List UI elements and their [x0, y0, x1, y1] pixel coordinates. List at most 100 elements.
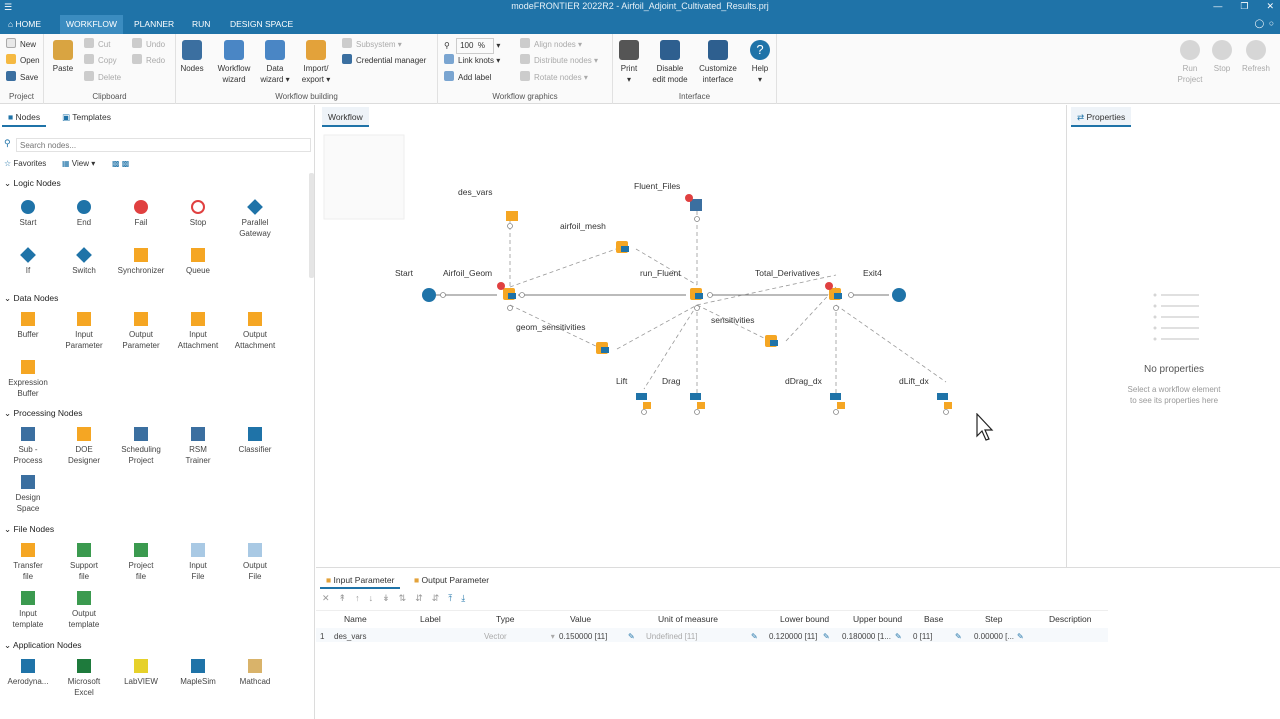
tab-input-parameter[interactable]: ■ Input Parameter [320, 571, 401, 589]
node-tile-logic[interactable]: Synchronizer [113, 248, 169, 276]
edit-value-icon[interactable]: ✎ [628, 632, 635, 641]
node-tile-logic[interactable]: Parallel Gateway [227, 199, 283, 239]
node-label-start[interactable]: Start [395, 268, 413, 278]
move-top-icon[interactable]: ↟ [339, 593, 347, 607]
save-button[interactable]: Save [6, 71, 38, 85]
tab-run[interactable]: RUN [186, 15, 216, 34]
section-file-title[interactable]: ⌄ File Nodes [4, 524, 54, 535]
node-tile-logic[interactable]: End [56, 200, 112, 228]
edit-step-icon[interactable]: ✎ [1017, 632, 1024, 641]
node-tile-data[interactable]: Output Attachment [227, 312, 283, 351]
node-tile-file[interactable]: Output template [56, 591, 112, 630]
new-button[interactable]: New [6, 38, 36, 52]
remove-icon[interactable]: ✕ [322, 593, 330, 607]
node-tile-processing[interactable]: RSM Trainer [170, 427, 226, 466]
cut-button[interactable]: Cut [84, 38, 110, 52]
tab-home[interactable]: ⌂ HOME [2, 15, 47, 34]
view-button[interactable]: ▦ View ▾ [62, 157, 95, 171]
col-label[interactable]: Label [420, 614, 441, 624]
zoom-input[interactable]: 100 % [456, 38, 495, 54]
node-tile-file[interactable]: Transfer file [0, 543, 56, 582]
cell-name[interactable]: des_vars [334, 632, 366, 641]
node-tile-file[interactable]: Project file [113, 543, 169, 582]
sort-asc-icon[interactable]: ⇵ [415, 593, 423, 607]
node-tile-logic[interactable]: Queue [170, 248, 226, 276]
node-label-ddrag-dx[interactable]: dDrag_dx [785, 376, 822, 386]
node-label-run-fluent[interactable]: run_Fluent [640, 268, 681, 278]
node-tile-processing[interactable]: Design Space [0, 475, 56, 514]
node-tile-file[interactable]: Support file [56, 543, 112, 582]
col-lower-bound[interactable]: Lower bound [780, 614, 829, 624]
scrollbar-thumb[interactable] [309, 173, 314, 278]
node-label-lift[interactable]: Lift [616, 376, 627, 386]
node-tile-application[interactable]: Aerodyna... [0, 659, 56, 687]
tab-design-space[interactable]: DESIGN SPACE [224, 15, 299, 34]
subsystem-button[interactable]: Subsystem ▾ [342, 38, 402, 52]
node-tile-application[interactable]: LabVIEW [113, 659, 169, 687]
minimize-icon[interactable]: — [1213, 1, 1222, 12]
disable-edit-mode-button[interactable]: Disable edit mode [647, 38, 693, 85]
node-label-dlift-dx[interactable]: dLift_dx [899, 376, 929, 386]
rotate-nodes-button[interactable]: Rotate nodes ▾ [520, 71, 588, 85]
type-dropdown-icon[interactable]: ▾ [551, 632, 555, 641]
col-unit[interactable]: Unit of measure [658, 614, 718, 624]
edit-upper-icon[interactable]: ✎ [895, 632, 902, 641]
move-up-icon[interactable]: ↑ [355, 593, 360, 607]
customize-interface-button[interactable]: Customize interface [695, 38, 741, 85]
node-tile-data[interactable]: Input Attachment [170, 312, 226, 351]
tab-properties[interactable]: ⇄ Properties [1071, 107, 1132, 127]
close-icon[interactable]: ✕ [1266, 1, 1274, 12]
cell-unit[interactable]: Undefined [11] [646, 632, 697, 641]
node-label-geom-sensitivities[interactable]: geom_sensitivities [516, 322, 585, 332]
node-tile-processing[interactable]: Classifier [227, 427, 283, 455]
node-tile-application[interactable]: MapleSim [170, 659, 226, 687]
open-button[interactable]: Open [6, 54, 40, 68]
col-type[interactable]: Type [496, 614, 514, 624]
node-label-drag[interactable]: Drag [662, 376, 680, 386]
node-label-total-derivatives[interactable]: Total_Derivatives [755, 268, 820, 278]
node-tile-processing[interactable]: Scheduling Project [113, 427, 169, 466]
credential-manager-button[interactable]: Credential manager [342, 54, 426, 68]
node-tile-file[interactable]: Output File [227, 543, 283, 582]
node-tile-logic[interactable]: Switch [56, 247, 112, 276]
tab-nodes[interactable]: ■ Nodes [2, 107, 47, 127]
import-export-button[interactable]: Import/export ▾ [293, 38, 339, 85]
favorites-button[interactable]: ☆ Favorites [4, 157, 46, 171]
cell-upper-bound[interactable]: 0.180000 [1... [842, 632, 891, 641]
move-bottom-icon[interactable]: ↡ [382, 593, 390, 607]
align-nodes-button[interactable]: Align nodes ▾ [520, 38, 582, 52]
refresh-button[interactable]: Refresh [1233, 38, 1279, 74]
help-button[interactable]: ? Help ▾ [737, 38, 783, 85]
move-down-icon[interactable]: ↓ [369, 593, 374, 607]
col-value[interactable]: Value [570, 614, 591, 624]
cell-base[interactable]: 0 [11] [913, 632, 932, 641]
nodes-button[interactable]: Nodes [169, 38, 215, 74]
node-tile-data[interactable]: Output Parameter [113, 312, 169, 351]
node-label-fluent-files[interactable]: Fluent_Files [634, 181, 680, 191]
col-step[interactable]: Step [985, 614, 1003, 624]
node-tile-application[interactable]: Microsoft Excel [56, 659, 112, 698]
node-tile-processing[interactable]: DOE Designer [56, 427, 112, 466]
data-wizard-button[interactable]: Data wizard ▾ [252, 38, 298, 85]
cell-type[interactable]: Vector ▾ [484, 632, 555, 641]
redo-button[interactable]: Redo [132, 54, 165, 68]
tab-templates[interactable]: ▣ Templates [56, 107, 117, 127]
zoom-control[interactable]: ⚲ 100 % ▾ [444, 38, 500, 54]
node-label-des-vars[interactable]: des_vars [458, 187, 493, 197]
node-tile-data[interactable]: Input Parameter [56, 312, 112, 351]
node-label-sensitivities[interactable]: sensitivities [711, 315, 754, 325]
section-application-title[interactable]: ⌄ Application Nodes [4, 640, 82, 651]
tab-workflow[interactable]: WORKFLOW [60, 15, 123, 34]
paste-button[interactable]: Paste [40, 38, 86, 74]
help-circle-icon[interactable]: ◯ ○ [1255, 18, 1274, 29]
cell-step[interactable]: 0.00000 [... [974, 632, 1014, 641]
section-logic-title[interactable]: ⌄ Logic Nodes [4, 178, 61, 189]
node-tile-application[interactable]: Mathcad [227, 659, 283, 687]
export-icon[interactable]: ⤓ [461, 593, 465, 607]
col-description[interactable]: Description [1049, 614, 1092, 624]
add-label-button[interactable]: Add label [444, 71, 491, 85]
undo-button[interactable]: Undo [132, 38, 165, 52]
section-processing-title[interactable]: ⌄ Processing Nodes [4, 408, 82, 419]
import-icon[interactable]: ⤒ [448, 593, 452, 607]
link-knots-button[interactable]: Link knots ▾ [444, 54, 500, 68]
